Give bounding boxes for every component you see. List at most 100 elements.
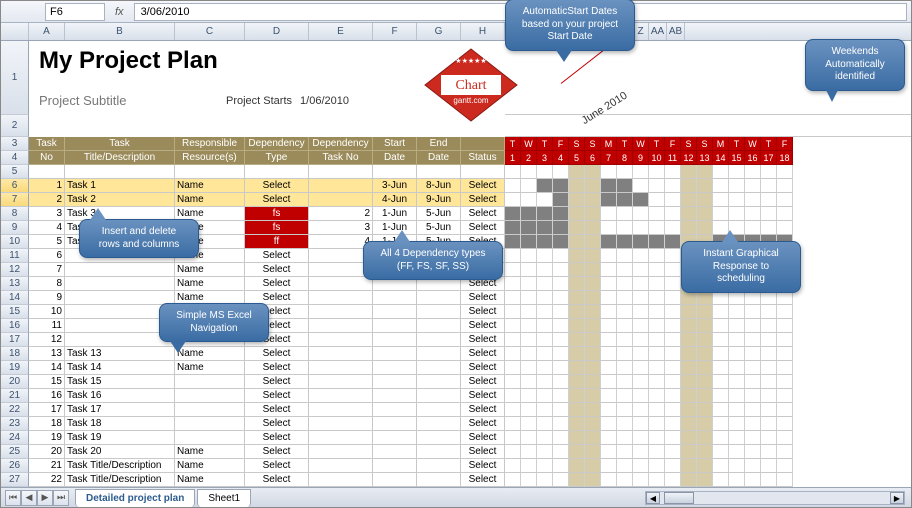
gantt-cell[interactable] [601, 375, 617, 389]
resp-cell[interactable]: Name [175, 473, 245, 487]
gantt-cell[interactable] [633, 277, 649, 291]
gantt-cell[interactable] [617, 389, 633, 403]
gantt-cell[interactable] [537, 417, 553, 431]
gantt-cell[interactable] [537, 179, 553, 193]
status-cell[interactable]: Select [461, 221, 505, 235]
gantt-cell[interactable] [569, 445, 585, 459]
status-cell[interactable]: Select [461, 431, 505, 445]
gantt-cell[interactable] [617, 431, 633, 445]
gantt-cell[interactable] [537, 165, 553, 179]
col-header-Z[interactable]: Z [633, 23, 649, 40]
gantt-cell[interactable] [601, 473, 617, 487]
gantt-cell[interactable] [521, 291, 537, 305]
gantt-cell[interactable] [601, 277, 617, 291]
fx-icon[interactable]: fx [115, 6, 124, 18]
gantt-cell[interactable] [697, 403, 713, 417]
gantt-cell[interactable] [729, 445, 745, 459]
dep-type-cell[interactable]: Select [245, 445, 309, 459]
row-header-7[interactable]: 7 [1, 193, 29, 207]
gantt-cell[interactable] [537, 333, 553, 347]
gantt-cell[interactable] [617, 263, 633, 277]
status-cell[interactable]: Select [461, 403, 505, 417]
gantt-cell[interactable] [585, 165, 601, 179]
gantt-cell[interactable] [777, 445, 793, 459]
gantt-cell[interactable] [713, 375, 729, 389]
gantt-cell[interactable] [681, 473, 697, 487]
gantt-cell[interactable] [537, 249, 553, 263]
gantt-cell[interactable] [729, 165, 745, 179]
gantt-cell[interactable] [569, 389, 585, 403]
resp-cell[interactable] [175, 389, 245, 403]
gantt-cell[interactable] [713, 333, 729, 347]
scroll-right-icon[interactable]: ▶ [890, 492, 904, 504]
resp-cell[interactable] [175, 375, 245, 389]
row-header-13[interactable]: 13 [1, 277, 29, 291]
end-date-cell[interactable] [417, 389, 461, 403]
gantt-cell[interactable] [649, 389, 665, 403]
gantt-cell[interactable] [729, 193, 745, 207]
gantt-cell[interactable] [713, 431, 729, 445]
gantt-cell[interactable] [633, 207, 649, 221]
task-title-cell[interactable]: Task 2 [65, 193, 175, 207]
gantt-cell[interactable] [553, 319, 569, 333]
status-cell[interactable]: Select [461, 375, 505, 389]
gantt-cell[interactable] [761, 375, 777, 389]
gantt-cell[interactable] [761, 207, 777, 221]
gantt-cell[interactable] [633, 221, 649, 235]
gantt-cell[interactable] [745, 305, 761, 319]
gantt-cell[interactable] [665, 431, 681, 445]
gantt-cell[interactable] [745, 403, 761, 417]
gantt-cell[interactable] [537, 361, 553, 375]
gantt-cell[interactable] [681, 389, 697, 403]
gantt-cell[interactable] [665, 361, 681, 375]
status-cell[interactable]: Select [461, 193, 505, 207]
col-header-A[interactable]: A [29, 23, 65, 40]
gantt-cell[interactable] [553, 179, 569, 193]
dep-type-cell[interactable]: ff [245, 235, 309, 249]
gantt-cell[interactable] [729, 361, 745, 375]
row-header-22[interactable]: 22 [1, 403, 29, 417]
dep-no-cell[interactable] [309, 277, 373, 291]
gantt-cell[interactable] [729, 459, 745, 473]
end-date-cell[interactable]: 5-Jun [417, 221, 461, 235]
gantt-cell[interactable] [681, 319, 697, 333]
gantt-cell[interactable] [585, 305, 601, 319]
dep-type-cell[interactable]: Select [245, 179, 309, 193]
gantt-cell[interactable] [681, 417, 697, 431]
gantt-cell[interactable] [521, 375, 537, 389]
end-date-cell[interactable] [417, 305, 461, 319]
gantt-cell[interactable] [697, 445, 713, 459]
gantt-cell[interactable] [601, 459, 617, 473]
gantt-cell[interactable] [697, 361, 713, 375]
gantt-cell[interactable] [633, 263, 649, 277]
gantt-cell[interactable] [601, 431, 617, 445]
dep-type-cell[interactable]: Select [245, 417, 309, 431]
gantt-cell[interactable] [585, 291, 601, 305]
col-header-F[interactable]: F [373, 23, 417, 40]
gantt-cell[interactable] [505, 263, 521, 277]
row-header-25[interactable]: 25 [1, 445, 29, 459]
gantt-cell[interactable] [601, 221, 617, 235]
gantt-cell[interactable] [681, 403, 697, 417]
gantt-cell[interactable] [537, 445, 553, 459]
gantt-cell[interactable] [665, 249, 681, 263]
gantt-cell[interactable] [681, 291, 697, 305]
task-no-cell[interactable]: 6 [29, 249, 65, 263]
dep-no-cell[interactable] [309, 375, 373, 389]
gantt-cell[interactable] [553, 459, 569, 473]
dep-no-cell[interactable] [309, 319, 373, 333]
gantt-cell[interactable] [745, 291, 761, 305]
gantt-cell[interactable] [665, 473, 681, 487]
gantt-cell[interactable] [697, 179, 713, 193]
gantt-cell[interactable] [569, 319, 585, 333]
gantt-cell[interactable] [521, 389, 537, 403]
gantt-cell[interactable] [697, 473, 713, 487]
gantt-cell[interactable] [761, 389, 777, 403]
gantt-cell[interactable] [569, 179, 585, 193]
gantt-cell[interactable] [745, 417, 761, 431]
task-no-cell[interactable]: 3 [29, 207, 65, 221]
gantt-cell[interactable] [745, 179, 761, 193]
gantt-cell[interactable] [697, 459, 713, 473]
gantt-cell[interactable] [569, 473, 585, 487]
gantt-cell[interactable] [649, 459, 665, 473]
